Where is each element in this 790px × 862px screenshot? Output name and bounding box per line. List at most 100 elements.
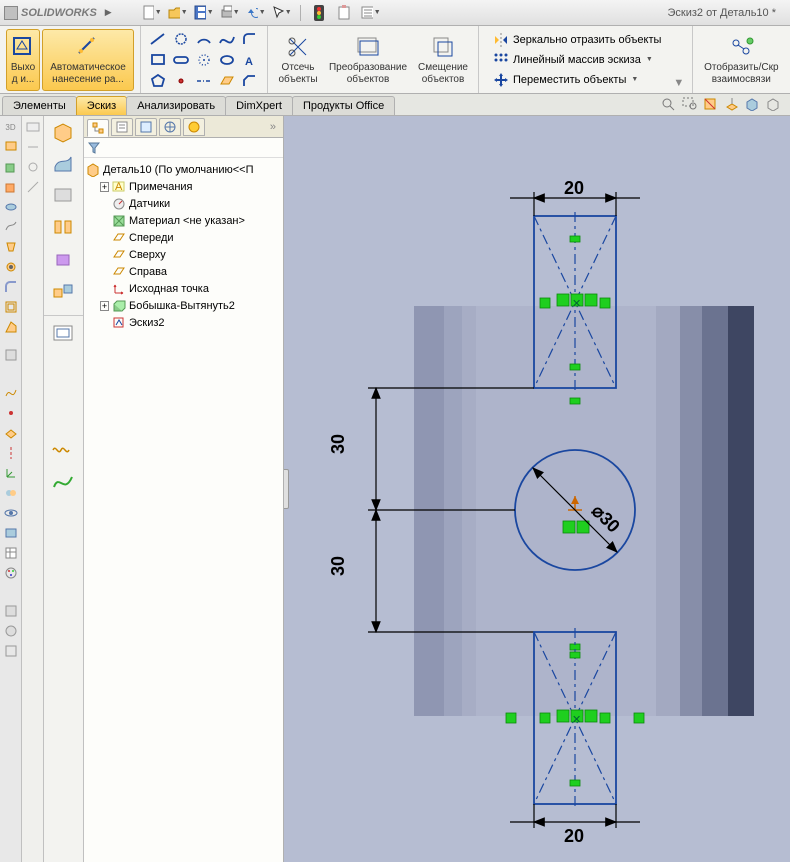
display-relations-button[interactable]: Отобразить/Скр взаимосвязи: [699, 29, 783, 91]
graphics-area[interactable]: ✕ 20 ⌀30: [284, 116, 790, 862]
tree-sketch2[interactable]: Эскиз2: [86, 314, 281, 331]
centerline-tool[interactable]: [193, 71, 215, 91]
traffic-light-icon[interactable]: [309, 4, 329, 22]
fm-spline-icon[interactable]: [48, 468, 80, 496]
lt-bottom3-icon[interactable]: [2, 642, 20, 660]
lt-extrude-icon[interactable]: [2, 158, 20, 176]
select-button[interactable]: ▼: [272, 4, 292, 22]
lt-refgeom-icon[interactable]: [2, 424, 20, 442]
fm-mold-icon[interactable]: [48, 246, 80, 274]
perimeter-circle-tool[interactable]: [193, 50, 215, 70]
lt-3d[interactable]: 3D: [2, 118, 20, 136]
lt-sweep-icon[interactable]: [2, 218, 20, 236]
lt-more1-icon[interactable]: [2, 346, 20, 364]
lt-shell-icon[interactable]: [2, 298, 20, 316]
panel-tab-dimxpert[interactable]: [159, 118, 181, 136]
tree-top-plane[interactable]: Сверху: [86, 246, 281, 263]
lt-curve-icon[interactable]: [2, 384, 20, 402]
lt-point-icon[interactable]: [2, 404, 20, 422]
ellipse-tool[interactable]: [216, 50, 238, 70]
panel-expand-icon[interactable]: »: [266, 121, 280, 133]
fm-surface-icon[interactable]: [48, 150, 80, 178]
open-file-button[interactable]: ▼: [168, 4, 188, 22]
fm-assy-icon[interactable]: [48, 278, 80, 306]
options-button[interactable]: [335, 4, 355, 22]
print-button[interactable]: ▼: [220, 4, 240, 22]
lt-features-icon[interactable]: [2, 138, 20, 156]
fm-sheet-icon[interactable]: [48, 182, 80, 210]
linear-pattern-button[interactable]: Линейный массив эскиза▼: [489, 51, 665, 69]
line-tool[interactable]: [147, 29, 169, 49]
text-tool[interactable]: A: [239, 50, 261, 70]
arc-tool[interactable]: [193, 29, 215, 49]
tab-elements[interactable]: Элементы: [2, 96, 77, 115]
lt-revolve-icon[interactable]: [2, 198, 20, 216]
lt-eval-icon[interactable]: [2, 524, 20, 542]
lt-cut-icon[interactable]: [2, 178, 20, 196]
tree-annotations[interactable]: + A Примечания: [86, 178, 281, 195]
zoom-area-icon[interactable]: [682, 97, 700, 113]
menu-chevron-icon[interactable]: ▶: [105, 7, 112, 18]
tab-dimxpert[interactable]: DimXpert: [225, 96, 293, 115]
l2-3[interactable]: [24, 158, 42, 176]
hide-show-icon[interactable]: ▼: [766, 97, 784, 113]
mirror-button[interactable]: Зеркально отразить объекты: [489, 31, 665, 49]
tree-front-plane[interactable]: Спереди: [86, 229, 281, 246]
fillet-tool[interactable]: [239, 29, 261, 49]
panel-tab-display[interactable]: [183, 118, 205, 136]
offset-button[interactable]: Смещение объектов: [414, 29, 472, 91]
undo-button[interactable]: ▼: [246, 4, 266, 22]
lt-loft-icon[interactable]: [2, 238, 20, 256]
lt-view-icon[interactable]: [2, 504, 20, 522]
l2-2[interactable]: [24, 138, 42, 156]
rectangle-tool[interactable]: [147, 50, 169, 70]
move-button[interactable]: Переместить объекты▼: [489, 71, 665, 89]
lt-bottom1-icon[interactable]: [2, 602, 20, 620]
polygon-tool[interactable]: [147, 71, 169, 91]
lt-fillet-icon[interactable]: [2, 278, 20, 296]
chamfer-tool[interactable]: [239, 71, 261, 91]
rebuild-button[interactable]: ▼: [361, 4, 381, 22]
lt-coord-icon[interactable]: [2, 464, 20, 482]
panel-tab-feature-tree[interactable]: [87, 119, 109, 137]
fm-solid-icon[interactable]: [48, 118, 80, 146]
lt-bottom2-icon[interactable]: [2, 622, 20, 640]
tree-boss-extrude[interactable]: + Бобышка-Вытянуть2: [86, 297, 281, 314]
tree-sensors[interactable]: Датчики: [86, 195, 281, 212]
fm-weld-icon[interactable]: [48, 214, 80, 242]
tree-origin[interactable]: Исходная точка: [86, 280, 281, 297]
panel-tab-property[interactable]: [111, 118, 133, 136]
panel-filter-bar[interactable]: [84, 138, 283, 158]
zoom-fit-icon[interactable]: [661, 97, 679, 113]
point-tool[interactable]: [170, 71, 192, 91]
lt-appearance-icon[interactable]: [2, 564, 20, 582]
lt-table-icon[interactable]: [2, 544, 20, 562]
lt-hole-icon[interactable]: [2, 258, 20, 276]
tree-right-plane[interactable]: Справа: [86, 263, 281, 280]
trim-button[interactable]: Отсечь объекты: [274, 29, 322, 91]
l2-1[interactable]: [24, 118, 42, 136]
view-orientation-icon[interactable]: [724, 97, 742, 113]
convert-button[interactable]: Преобразование объектов: [324, 29, 412, 91]
slot-tool[interactable]: [170, 50, 192, 70]
tree-material[interactable]: Материал <не указан>: [86, 212, 281, 229]
l2-4[interactable]: [24, 178, 42, 196]
smart-dimension-button[interactable]: Автоматическое нанесение ра...: [42, 29, 134, 91]
lt-axis-icon[interactable]: [2, 444, 20, 462]
tab-analyze[interactable]: Анализировать: [126, 96, 226, 115]
tab-sketch[interactable]: Эскиз: [76, 96, 127, 115]
tree-root[interactable]: Деталь10 (По умолчанию<<П: [86, 161, 281, 178]
save-button[interactable]: ▼: [194, 4, 214, 22]
exit-sketch-button[interactable]: Выхо д и...: [6, 29, 40, 91]
fm-drawing-icon[interactable]: [48, 320, 80, 348]
fm-wave-icon[interactable]: [48, 436, 80, 464]
section-view-icon[interactable]: [703, 97, 721, 113]
spline-tool[interactable]: [216, 29, 238, 49]
tab-office[interactable]: Продукты Office: [292, 96, 395, 115]
lt-rib-icon[interactable]: [2, 318, 20, 336]
panel-tab-config[interactable]: [135, 118, 157, 136]
lt-mate-icon[interactable]: [2, 484, 20, 502]
plane-tool[interactable]: [216, 71, 238, 91]
new-file-button[interactable]: ▼: [142, 4, 162, 22]
display-style-icon[interactable]: ▼: [745, 97, 763, 113]
